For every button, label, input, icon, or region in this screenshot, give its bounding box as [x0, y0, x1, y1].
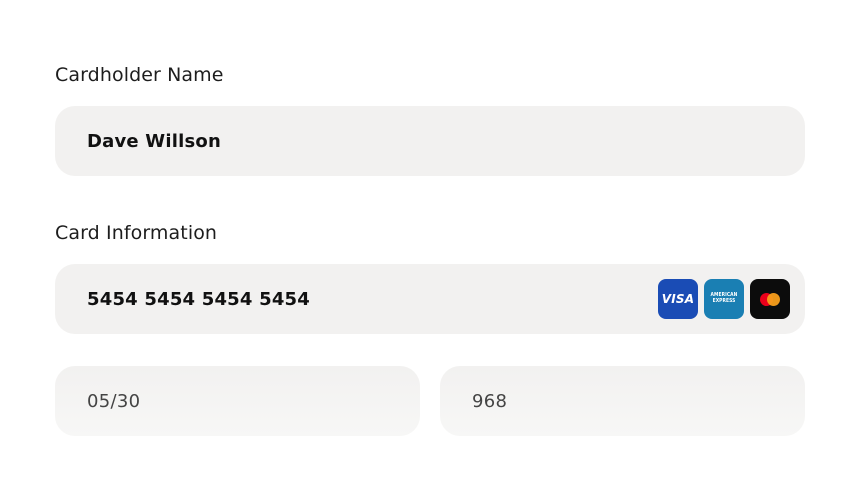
cvc-input[interactable]: 968 — [440, 366, 805, 436]
visa-logo-text: VISA — [661, 292, 695, 306]
expiry-date-value: 05/30 — [87, 390, 141, 412]
payment-form: Cardholder Name Dave Willson Card Inform… — [0, 0, 860, 500]
card-brand-icons: VISA AMERICAN EXPRESS — [658, 279, 790, 319]
cardholder-name-input[interactable]: Dave Willson — [55, 106, 805, 176]
amex-icon: AMERICAN EXPRESS — [704, 279, 744, 319]
cardholder-name-label: Cardholder Name — [55, 64, 224, 86]
card-information-label: Card Information — [55, 222, 218, 244]
amex-logo-text: AMERICAN EXPRESS — [710, 292, 738, 304]
expiry-date-input[interactable]: 05/30 — [55, 366, 420, 436]
card-number-input[interactable]: 5454 5454 5454 5454 VISA AMERICAN EXPRES… — [55, 264, 805, 334]
cvc-value: 968 — [472, 390, 508, 412]
mastercard-orange-circle — [767, 293, 780, 306]
mastercard-circles — [757, 291, 783, 307]
card-number-value: 5454 5454 5454 5454 — [87, 288, 310, 310]
visa-icon: VISA — [658, 279, 698, 319]
cardholder-name-value: Dave Willson — [87, 130, 221, 152]
mastercard-icon — [750, 279, 790, 319]
